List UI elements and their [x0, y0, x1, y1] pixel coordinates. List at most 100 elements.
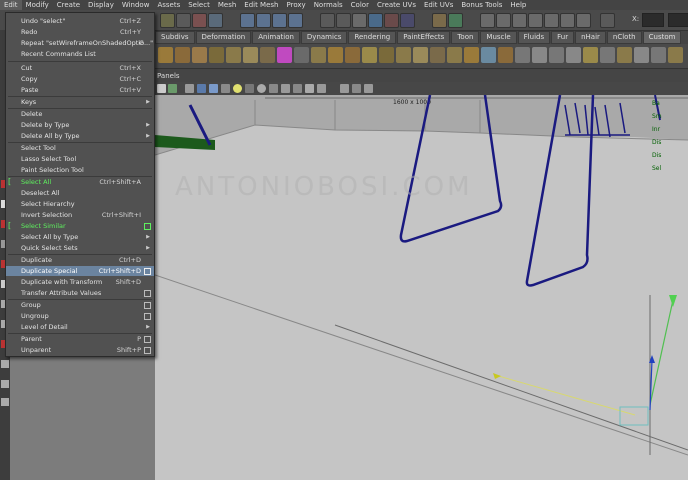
panels-menu[interactable]: Panels — [157, 72, 180, 80]
shelf-boolean-icon[interactable] — [464, 47, 479, 63]
menu-modify[interactable]: Modify — [22, 0, 53, 10]
shelf-torus-icon[interactable] — [226, 47, 241, 63]
menu-item-level-of-detail[interactable]: Level of Detail ▶ — [6, 322, 154, 332]
menu-item-select-hierarchy[interactable]: Select Hierarchy — [6, 199, 154, 209]
menu-item-parent[interactable]: Parent P — [6, 334, 154, 344]
shelf-smooth-icon[interactable] — [396, 47, 411, 63]
render-settings-icon[interactable] — [400, 13, 415, 28]
highlight-icon[interactable] — [281, 84, 290, 93]
layout-icon-7[interactable] — [1, 398, 9, 406]
tool-icon-3[interactable] — [512, 13, 527, 28]
tab-nhair[interactable]: nHair — [575, 31, 606, 44]
select-mode-icon[interactable] — [160, 13, 175, 28]
shelf-mirror-icon[interactable] — [447, 47, 462, 63]
shelf-uv-icon[interactable] — [481, 47, 496, 63]
render-icon[interactable] — [368, 13, 383, 28]
snap-curve-icon[interactable] — [256, 13, 271, 28]
menu-create-uvs[interactable]: Create UVs — [373, 0, 420, 10]
tool-icon-6[interactable] — [560, 13, 575, 28]
menu-item-delete[interactable]: Delete — [6, 109, 154, 119]
component-mode-icon[interactable] — [176, 13, 191, 28]
menu-item-paste[interactable]: Paste Ctrl+V — [6, 85, 154, 95]
shelf-checker-icon-6[interactable] — [651, 47, 666, 63]
shelf-checker-icon-2[interactable] — [549, 47, 564, 63]
isolate-icon[interactable] — [269, 84, 278, 93]
menu-select[interactable]: Select — [184, 0, 214, 10]
menu-item-copy[interactable]: Copy Ctrl+C — [6, 74, 154, 84]
shelf-bevel-icon[interactable] — [311, 47, 326, 63]
shelf-checker-icon[interactable] — [532, 47, 547, 63]
hq-render-icon[interactable] — [305, 84, 314, 93]
menu-item-lasso-select[interactable]: Lasso Select Tool — [6, 154, 154, 164]
snap-grid-icon[interactable] — [240, 13, 255, 28]
camera-attr-icon[interactable] — [168, 84, 177, 93]
menu-item-undo[interactable]: Undo "select" Ctrl+Z — [6, 16, 154, 26]
texture-icon[interactable] — [293, 84, 302, 93]
menu-help[interactable]: Help — [506, 0, 530, 10]
menu-item-select-all-by-type[interactable]: Select All by Type ▶ — [6, 232, 154, 242]
shelf-split-icon[interactable] — [379, 47, 394, 63]
mask-icon[interactable] — [192, 13, 207, 28]
snap-point-icon[interactable] — [272, 13, 287, 28]
menu-proxy[interactable]: Proxy — [283, 0, 310, 10]
shelf-plane-icon[interactable] — [209, 47, 224, 63]
shelf-last-icon[interactable] — [668, 47, 683, 63]
menu-item-deselect-all[interactable]: Deselect All — [6, 188, 154, 198]
tab-muscle[interactable]: Muscle — [480, 31, 517, 44]
menu-bonus-tools[interactable]: Bonus Tools — [457, 0, 506, 10]
menu-item-group[interactable]: Group — [6, 300, 154, 310]
menu-item-invert-selection[interactable]: Invert Selection Ctrl+Shift+I — [6, 210, 154, 220]
ipr-icon[interactable] — [384, 13, 399, 28]
menu-window[interactable]: Window — [118, 0, 154, 10]
menu-edit-uvs[interactable]: Edit UVs — [420, 0, 457, 10]
construction-icon[interactable] — [336, 13, 351, 28]
aa-icon[interactable] — [317, 84, 326, 93]
shelf-check-icon[interactable] — [515, 47, 530, 63]
tool-icon-7[interactable] — [576, 13, 591, 28]
shelf-extrude-icon[interactable] — [328, 47, 343, 63]
pick-icon[interactable] — [208, 13, 223, 28]
menu-item-paint-selection[interactable]: Paint Selection Tool — [6, 165, 154, 175]
shadow-icon[interactable] — [245, 84, 254, 93]
shelf-cylinder-icon[interactable] — [192, 47, 207, 63]
viewport[interactable]: 1600 x 1000 ANTONIOBOSI.COM Ba Sm Inr Di… — [155, 95, 688, 480]
menu-item-repeat[interactable]: Repeat "setWireframeOnShadedOptio..." G — [6, 38, 154, 48]
shelf-texture-icon[interactable] — [583, 47, 598, 63]
select-camera-icon[interactable] — [340, 84, 349, 93]
tool-icon-2[interactable] — [496, 13, 511, 28]
shelf-sphere-icon[interactable] — [175, 47, 190, 63]
resolution-gate-icon[interactable] — [352, 84, 361, 93]
menu-item-select-similar[interactable]: [Select Similar — [6, 221, 154, 231]
wireframe-icon[interactable] — [197, 84, 206, 93]
menu-item-keys[interactable]: Keys ▶ — [6, 97, 154, 107]
film-gate-icon[interactable] — [364, 84, 373, 93]
shelf-project-icon[interactable] — [617, 47, 632, 63]
shelf-pipe-icon[interactable] — [260, 47, 275, 63]
tab-fluids[interactable]: Fluids — [517, 31, 551, 44]
menu-item-select-all[interactable]: [Select All Ctrl+Shift+A — [6, 177, 154, 187]
menu-item-delete-by-type[interactable]: Delete by Type ▶ — [6, 120, 154, 130]
grid-icon[interactable] — [185, 84, 194, 93]
layout-icon-6[interactable] — [1, 380, 9, 388]
shelf-cube-icon[interactable] — [158, 47, 173, 63]
tab-ncloth[interactable]: nCloth — [606, 31, 642, 44]
help-icon[interactable] — [352, 13, 367, 28]
menu-item-duplicate-with-transform[interactable]: Duplicate with Transform Shift+D — [6, 277, 154, 287]
menu-item-delete-all-by-type[interactable]: Delete All by Type ▶ — [6, 131, 154, 141]
tab-rendering[interactable]: Rendering — [348, 31, 397, 44]
menu-color[interactable]: Color — [347, 0, 373, 10]
shelf-cone-icon[interactable] — [243, 47, 258, 63]
transform-icon[interactable] — [448, 13, 463, 28]
layout-icon-5[interactable] — [1, 360, 9, 368]
tool-icon-4[interactable] — [528, 13, 543, 28]
shelf-checker-icon-4[interactable] — [600, 47, 615, 63]
menu-item-select-tool[interactable]: Select Tool — [6, 143, 154, 153]
tab-animation[interactable]: Animation — [252, 31, 300, 44]
shelf-custom-cube-icon[interactable] — [277, 47, 292, 63]
light-icon[interactable] — [233, 84, 242, 93]
shelf-checker-icon-5[interactable] — [634, 47, 649, 63]
menu-item-duplicate[interactable]: Duplicate Ctrl+D — [6, 255, 154, 265]
tab-dynamics[interactable]: Dynamics — [300, 31, 348, 44]
shelf-combine-icon[interactable] — [413, 47, 428, 63]
y-field[interactable] — [668, 13, 688, 27]
